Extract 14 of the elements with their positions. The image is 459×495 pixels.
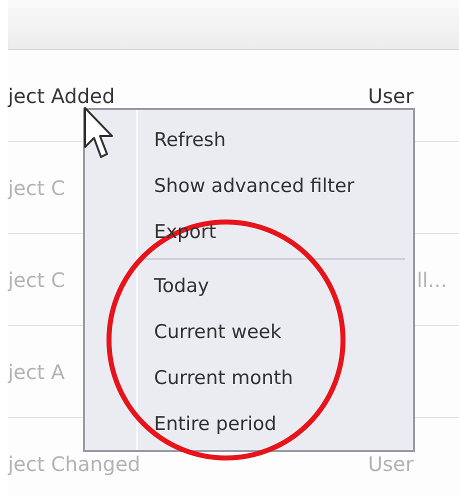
table-cell: ject A [8, 360, 65, 384]
menu-item[interactable]: Current month [154, 364, 294, 392]
table-cell: ject C [8, 176, 66, 200]
table-cell: ject Changed [8, 452, 140, 476]
table-cell: ject C [8, 268, 66, 292]
table-cell: ject Added [8, 84, 115, 108]
menu-item[interactable]: Refresh [154, 126, 226, 154]
table-cell-text: User [368, 450, 414, 478]
menu-item[interactable]: Entire period [154, 410, 276, 438]
menu-item[interactable]: Current week [154, 318, 282, 346]
table-cell-text: User [368, 82, 414, 110]
menu-item[interactable]: Today [154, 272, 209, 300]
menu-item[interactable]: Show advanced filter [154, 172, 354, 200]
table-cell-text: ll... [416, 266, 447, 294]
